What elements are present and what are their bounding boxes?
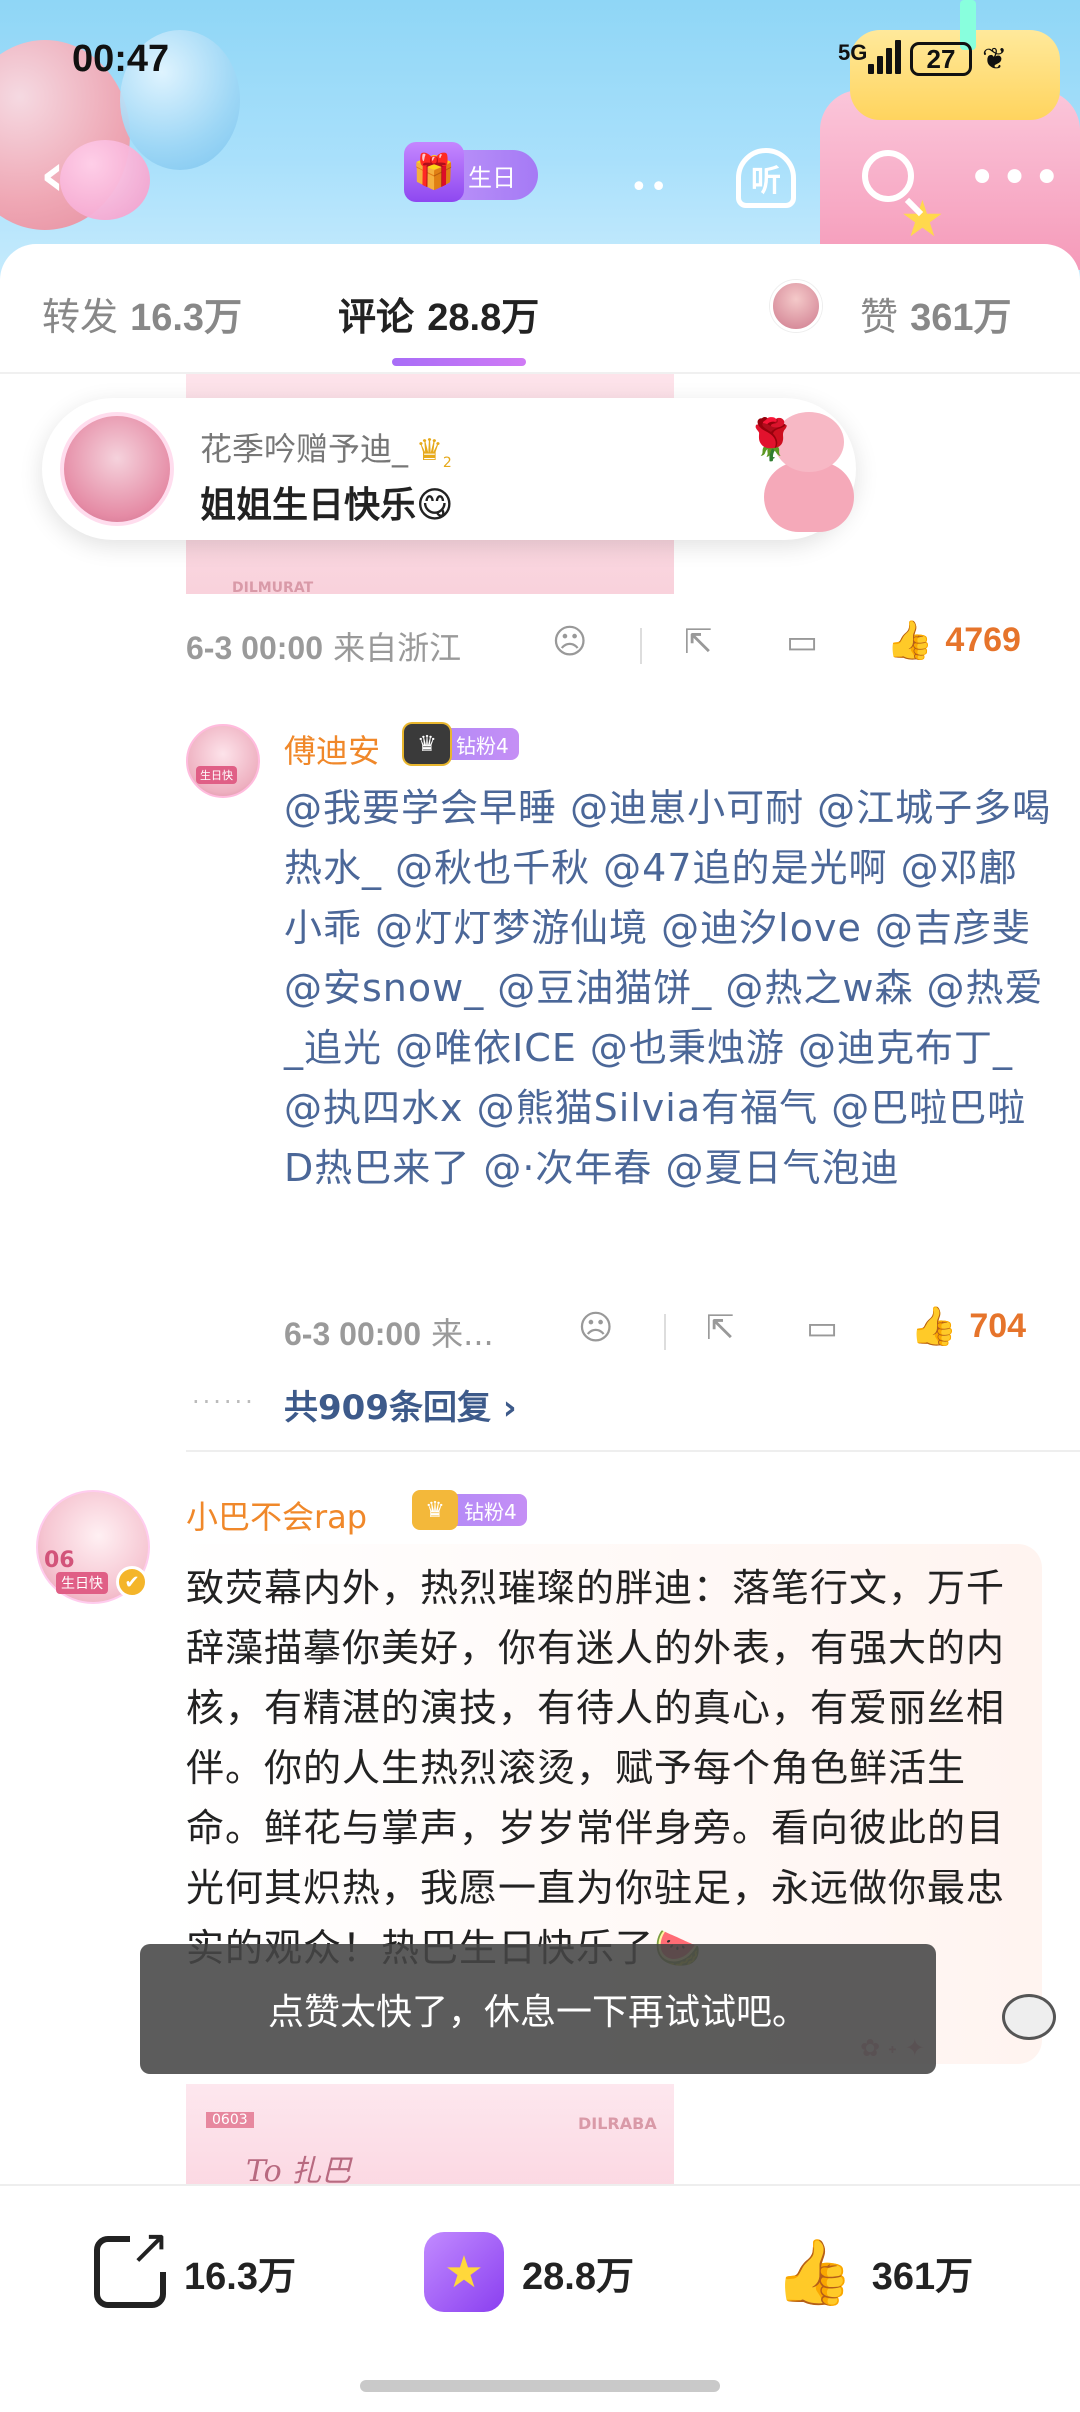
gift-sender: 花季吟赠予迪_ ♛2 xyxy=(200,424,452,471)
signal-icon xyxy=(868,38,901,74)
comment-count: 28.8万 xyxy=(522,2255,634,2298)
eco-leaf-icon: ❦ xyxy=(982,42,1008,77)
thumbs-up-icon: 👍 xyxy=(886,618,934,662)
crown-icon: ♛2 xyxy=(416,433,452,471)
status-bar: 00:47 5G 27 ❦ xyxy=(0,0,1080,120)
search-icon[interactable] xyxy=(862,150,914,202)
toast-message: 点赞太快了，休息一下再试试吧。 xyxy=(267,1992,808,2033)
listen-icon-label: 听 xyxy=(751,164,781,199)
tab-comment-label: 评论 xyxy=(338,295,415,339)
battery-icon: 27 xyxy=(910,42,972,76)
repost-icon xyxy=(94,2222,170,2308)
reply-location: 来... xyxy=(431,1315,494,1353)
avatar-tag: 生日快 xyxy=(56,1572,108,1594)
reply-nickname[interactable]: 傅迪安 xyxy=(284,726,380,772)
gift-sender-name: 花季吟赠予迪_ xyxy=(200,430,409,468)
comment-button[interactable]: ★ 28.8万 xyxy=(424,2232,634,2312)
birthday-badge-label: 生日 xyxy=(468,163,516,192)
comment-time: 6-3 00:00 xyxy=(186,630,323,666)
divider xyxy=(664,1314,666,1350)
crown-icon: ♛ xyxy=(412,1490,458,1530)
gift-icon: 🎁 xyxy=(404,142,464,202)
gift-message: 姐姐生日快乐😋 xyxy=(200,485,454,526)
cat-sticker-icon xyxy=(994,1984,1064,2064)
heart-balloon-decoration xyxy=(60,140,150,220)
image-watermark: DILRABA xyxy=(578,2114,657,2133)
like-count: 704 xyxy=(969,1307,1027,1345)
tab-repost-count: 16.3万 xyxy=(130,297,243,339)
tab-like-label: 赞 xyxy=(860,295,899,339)
comments-list[interactable]: DILMURAT 花季吟赠予迪_ ♛2 姐姐生日快乐😋 🌹 6-3 00:00 来… xyxy=(0,374,1080,2184)
reply-time: 6-3 00:00 xyxy=(284,1316,421,1352)
reply-text[interactable]: @我要学会早睡 @迪崽小可耐 @江城子多喝热水_ @秋也千秋 @47追的是光啊 … xyxy=(284,778,1054,1198)
rose-icon: 🌹 xyxy=(746,417,796,463)
more-replies-link[interactable]: 共909条回复 › xyxy=(284,1374,517,1434)
fan-badge: ♛ 钻粉4 xyxy=(404,724,519,764)
fan-level: 钻粉4 xyxy=(442,728,519,760)
reply-comment-icon[interactable]: ▭ xyxy=(786,622,818,662)
divider xyxy=(640,628,642,664)
avatar-number: 06 xyxy=(44,1548,75,1573)
tab-like[interactable]: 赞 361万 xyxy=(860,286,1012,341)
thumbs-up-icon: 👍 xyxy=(774,2235,854,2310)
verified-icon: ✔ xyxy=(116,1566,148,1598)
back-icon[interactable]: ‹ xyxy=(40,140,65,210)
avatar[interactable]: 06 生日快 ✔ xyxy=(36,1490,150,1604)
status-time: 00:47 xyxy=(72,38,170,80)
more-icon[interactable]: ••• xyxy=(968,150,1065,206)
comment-divider xyxy=(186,1450,1080,1452)
tab-repost-label: 转发 xyxy=(42,295,119,339)
image-date: 0603 xyxy=(206,2112,254,2128)
dislike-face-icon[interactable]: ☹ xyxy=(578,1308,613,1348)
dots-decoration: •• xyxy=(630,170,670,205)
tab-comment[interactable]: 评论 28.8万 xyxy=(338,286,539,341)
image-script-text: To 扎巴 xyxy=(246,2154,352,2184)
crown-icon: ♛ xyxy=(404,724,450,764)
image-watermark: DILMURAT xyxy=(232,580,314,596)
comment-star-icon: ★ xyxy=(424,2232,504,2312)
comment-action-row: 6-3 00:00 来自浙江 xyxy=(186,616,461,676)
avatar-tag: 生日快 xyxy=(196,766,237,784)
reply-action-row: 6-3 00:00 来... xyxy=(284,1302,494,1362)
home-indicator[interactable] xyxy=(360,2380,720,2392)
gift-notification-card[interactable]: 花季吟赠予迪_ ♛2 姐姐生日快乐😋 🌹 xyxy=(42,398,856,540)
network-type: 5G xyxy=(838,40,868,65)
tab-like-count: 361万 xyxy=(910,297,1012,339)
reply-meta: 6-3 00:00 来... xyxy=(284,1309,494,1355)
listen-button[interactable]: 听 xyxy=(736,148,796,208)
teddy-bear-gift-icon: 🌹 xyxy=(746,404,862,534)
dislike-face-icon[interactable]: ☹ xyxy=(552,622,587,662)
comment-meta: 6-3 00:00 来自浙江 xyxy=(186,623,461,669)
comment-location: 来自浙江 xyxy=(333,629,462,667)
comment-image[interactable]: 0603 DILRABA To 扎巴 xyxy=(186,2084,674,2184)
like-count: 4769 xyxy=(945,621,1021,659)
more-dots-decoration: ······ xyxy=(192,1388,256,1416)
bottom-action-bar: 16.3万 ★ 28.8万 👍 361万 xyxy=(0,2184,1080,2412)
share-icon[interactable]: ⇱ xyxy=(706,1308,735,1348)
repost-count: 16.3万 xyxy=(184,2255,296,2298)
liker-avatar xyxy=(770,280,822,332)
repost-button[interactable]: 16.3万 xyxy=(94,2222,296,2312)
post-tabs: 转发 16.3万 评论 28.8万 赞 361万 xyxy=(0,244,1080,374)
rate-limit-toast: 点赞太快了，休息一下再试试吧。 xyxy=(140,1944,936,2074)
like-button[interactable]: 👍 4769 xyxy=(886,618,1021,663)
birthday-badge[interactable]: 🎁 生日 xyxy=(404,142,538,202)
battery-level: 27 xyxy=(926,43,956,74)
fan-level: 钻粉4 xyxy=(450,1494,527,1526)
thumbs-up-icon: 👍 xyxy=(910,1304,958,1348)
like-count: 361万 xyxy=(871,2255,974,2298)
fan-badge: ♛ 钻粉4 xyxy=(412,1490,527,1530)
share-icon[interactable]: ⇱ xyxy=(684,622,713,662)
crown-level: 2 xyxy=(442,455,452,471)
tab-comment-count: 28.8万 xyxy=(427,297,540,339)
active-tab-indicator xyxy=(392,358,526,366)
reply-comment-icon[interactable]: ▭ xyxy=(806,1308,838,1348)
like-button[interactable]: 👍 704 xyxy=(910,1304,1026,1349)
comment-nickname[interactable]: 小巴不会rap xyxy=(186,1492,367,1538)
like-button[interactable]: 👍 361万 xyxy=(774,2232,973,2312)
tab-repost[interactable]: 转发 16.3万 xyxy=(42,286,242,341)
sender-avatar xyxy=(60,412,174,526)
avatar[interactable]: 生日快 xyxy=(186,724,260,798)
comment-text[interactable]: 致荧幕内外，热烈璀璨的胖迪：落笔行文，万千辞藻描摹你美好，你有迷人的外表，有强大… xyxy=(186,1558,1036,1978)
